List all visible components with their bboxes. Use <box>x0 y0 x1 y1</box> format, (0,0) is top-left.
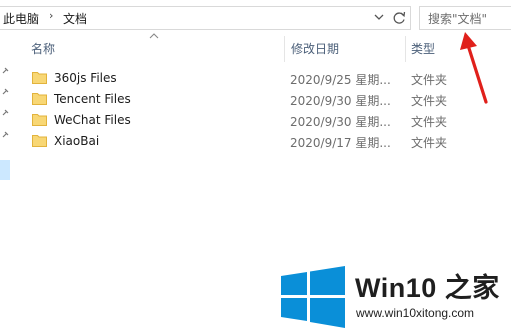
refresh-icon <box>393 11 406 24</box>
file-name[interactable]: WeChat Files <box>54 113 131 127</box>
address-bar-row: 此电脑 › 文档 搜索"文档" <box>0 0 511 35</box>
sort-ascending-icon <box>149 33 159 39</box>
windows-logo-icon <box>281 266 345 328</box>
file-name[interactable]: XiaoBai <box>54 134 99 148</box>
watermark-url: www.win10xitong.com <box>356 306 475 320</box>
breadcrumb-this-pc[interactable]: 此电脑 <box>3 10 39 27</box>
address-bar[interactable]: 此电脑 › 文档 <box>0 6 391 30</box>
folder-icon <box>32 114 47 126</box>
breadcrumb-documents[interactable]: 文档 <box>63 10 87 27</box>
watermark-brand: Win10 之家 <box>355 273 500 303</box>
refresh-button[interactable] <box>389 6 411 30</box>
file-row[interactable]: 360js Files 2020/9/25 星期... 文件夹 <box>24 68 464 89</box>
column-divider[interactable] <box>284 36 285 62</box>
navigation-pane[interactable] <box>0 35 12 335</box>
pin-icon <box>2 131 9 138</box>
column-header-type[interactable]: 类型 <box>411 40 435 57</box>
folder-icon <box>32 93 47 105</box>
file-name[interactable]: 360js Files <box>54 71 117 85</box>
pin-icon <box>2 109 9 116</box>
folder-icon <box>32 135 47 147</box>
pin-icon <box>2 88 9 95</box>
file-type: 文件夹 <box>411 115 448 129</box>
watermark: Win10 之家 www.win10xitong.com <box>277 262 511 335</box>
breadcrumb-separator[interactable]: › <box>49 9 53 22</box>
nav-selected-item[interactable] <box>0 160 10 180</box>
annotation-arrow-icon <box>460 32 488 104</box>
file-row[interactable]: Tencent Files 2020/9/30 星期... 文件夹 <box>24 89 464 110</box>
file-type: 文件夹 <box>411 94 448 108</box>
file-row[interactable]: XiaoBai 2020/9/17 星期... 文件夹 <box>24 131 464 152</box>
file-row[interactable]: WeChat Files 2020/9/30 星期... 文件夹 <box>24 110 464 131</box>
chevron-down-icon[interactable] <box>372 9 386 25</box>
file-date: 2020/9/30 星期... <box>290 115 391 129</box>
search-box[interactable]: 搜索"文档" <box>419 6 511 30</box>
file-date: 2020/9/17 星期... <box>290 136 391 150</box>
file-date: 2020/9/25 星期... <box>290 73 391 87</box>
column-divider[interactable] <box>405 36 406 62</box>
column-header-name[interactable]: 名称 <box>31 40 55 57</box>
file-name[interactable]: Tencent Files <box>54 92 131 106</box>
column-header-date[interactable]: 修改日期 <box>291 40 339 57</box>
file-type: 文件夹 <box>411 73 448 87</box>
pin-icon <box>2 67 9 74</box>
folder-icon <box>32 72 47 84</box>
search-input[interactable]: 搜索"文档" <box>428 10 487 27</box>
file-date: 2020/9/30 星期... <box>290 94 391 108</box>
file-type: 文件夹 <box>411 136 448 150</box>
